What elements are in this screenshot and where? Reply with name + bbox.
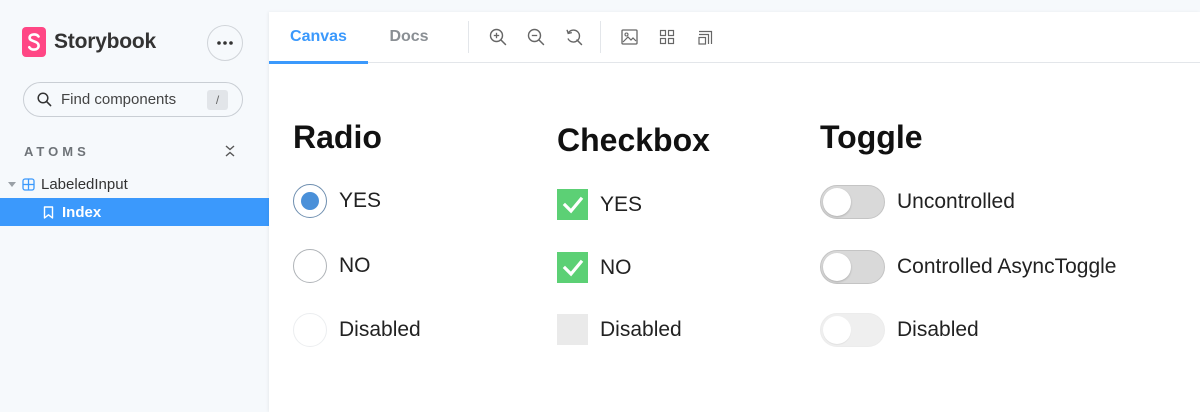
zoom-out-icon bbox=[527, 28, 545, 46]
checkbox-option-yes[interactable]: YES bbox=[557, 189, 642, 220]
checkbox[interactable] bbox=[557, 189, 588, 220]
toggle-option-disabled: Disabled bbox=[820, 313, 979, 347]
radio-option-no[interactable]: NO bbox=[293, 249, 371, 283]
radio-button[interactable] bbox=[293, 184, 327, 218]
search-icon bbox=[37, 92, 52, 107]
grid-button[interactable] bbox=[648, 19, 686, 55]
more-options-button[interactable] bbox=[207, 25, 243, 61]
toolbar-divider bbox=[468, 21, 469, 53]
toggle-group: Toggle Uncontrolled Controlled AsyncTogg… bbox=[820, 112, 1116, 347]
zoom-in-button[interactable] bbox=[479, 19, 517, 55]
zoom-reset-icon bbox=[566, 29, 583, 46]
zoom-reset-button[interactable] bbox=[555, 19, 593, 55]
radio-label: YES bbox=[339, 189, 382, 212]
sidebar: Storybook Find components / ATOMS Labele… bbox=[0, 0, 269, 412]
radio-option-yes[interactable]: YES bbox=[293, 184, 381, 218]
checkbox-option-no[interactable]: NO bbox=[557, 252, 632, 283]
radio-button[interactable] bbox=[293, 249, 327, 283]
checkbox-label: NO bbox=[600, 255, 632, 279]
checkbox-label: Disabled bbox=[600, 317, 682, 341]
checkbox-group: Checkbox YES NO Disabled bbox=[557, 112, 710, 345]
toolbar: Canvas Docs bbox=[269, 12, 1200, 64]
sidebar-item-label: LabeledInput bbox=[41, 175, 128, 193]
checkbox[interactable] bbox=[557, 252, 588, 283]
radio-group: Radio YES NO Disabled bbox=[293, 112, 421, 347]
toggle-label: Disabled bbox=[897, 318, 979, 341]
sidebar-item-labeledinput[interactable]: LabeledInput bbox=[0, 172, 269, 196]
toggle-option-controlled-async[interactable]: Controlled AsyncToggle bbox=[820, 250, 1116, 284]
zoom-out-button[interactable] bbox=[517, 19, 555, 55]
ellipsis-icon bbox=[217, 41, 233, 45]
tab-canvas[interactable]: Canvas bbox=[269, 12, 368, 64]
storybook-logo-icon bbox=[22, 27, 46, 57]
bookmark-icon bbox=[43, 205, 54, 219]
radio-label: NO bbox=[339, 254, 371, 277]
component-icon bbox=[22, 177, 35, 191]
toggle-switch bbox=[820, 313, 885, 347]
radio-label: Disabled bbox=[339, 318, 421, 341]
brand[interactable]: Storybook bbox=[22, 27, 156, 57]
collapse-icon bbox=[225, 145, 235, 157]
toggle-switch[interactable] bbox=[820, 185, 885, 219]
background-icon bbox=[620, 29, 638, 45]
section-label-atoms: ATOMS bbox=[24, 144, 90, 159]
checkbox-option-disabled: Disabled bbox=[557, 314, 682, 345]
toolbar-divider bbox=[600, 21, 601, 53]
toggle-title: Toggle bbox=[820, 119, 923, 155]
checkmark-icon bbox=[562, 196, 583, 213]
checkbox bbox=[557, 314, 588, 345]
tab-docs[interactable]: Docs bbox=[368, 12, 450, 63]
checkbox-label: YES bbox=[600, 192, 643, 216]
radio-option-disabled: Disabled bbox=[293, 313, 421, 347]
search-shortcut-key: / bbox=[207, 90, 228, 110]
toggle-label: Controlled AsyncToggle bbox=[897, 255, 1117, 278]
outline-button[interactable] bbox=[686, 19, 724, 55]
caret-down-icon bbox=[8, 181, 16, 187]
grid-icon bbox=[659, 29, 675, 45]
checkbox-title: Checkbox bbox=[557, 122, 710, 158]
search-field[interactable]: Find components / bbox=[23, 82, 243, 117]
checkmark-icon bbox=[562, 259, 583, 276]
toggle-label: Uncontrolled bbox=[897, 190, 1015, 213]
background-button[interactable] bbox=[610, 19, 648, 55]
radio-button bbox=[293, 313, 327, 347]
zoom-in-icon bbox=[489, 28, 507, 46]
sidebar-item-index[interactable]: Index bbox=[0, 198, 269, 226]
search-input[interactable]: Find components bbox=[61, 91, 176, 108]
collapse-all-button[interactable] bbox=[222, 142, 238, 160]
sidebar-item-label: Index bbox=[62, 203, 102, 221]
brand-name: Storybook bbox=[54, 30, 157, 53]
toggle-option-uncontrolled[interactable]: Uncontrolled bbox=[820, 185, 1015, 219]
preview-panel: Canvas Docs Radio YES NO Disabled Checkb… bbox=[269, 12, 1200, 412]
outline-icon bbox=[698, 30, 713, 45]
radio-title: Radio bbox=[293, 119, 382, 155]
toggle-switch[interactable] bbox=[820, 250, 885, 284]
